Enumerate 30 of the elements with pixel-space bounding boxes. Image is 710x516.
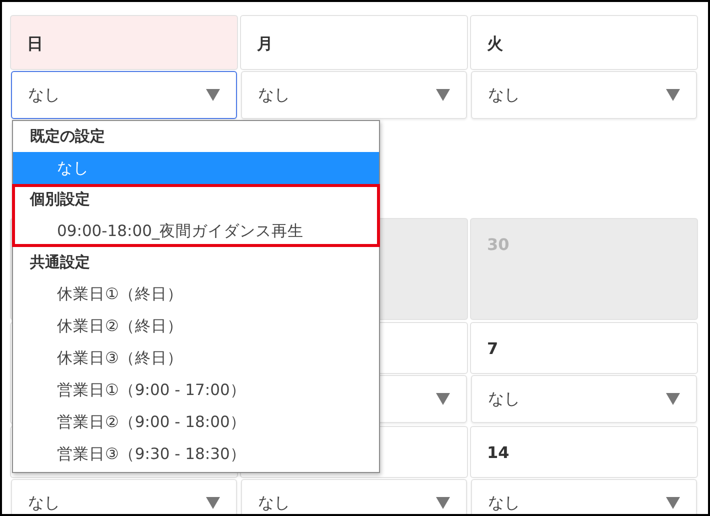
dropdown-option[interactable]: 営業日②（9:00 - 18:00） (13, 406, 379, 438)
date-cell: 14 (470, 426, 698, 478)
option-group-label: 共通設定 (29, 252, 91, 273)
dropdown-option[interactable]: 09:00-18:00_夜間ガイダンス再生 (13, 215, 379, 247)
caret-icon (666, 393, 680, 405)
dropdown-option[interactable]: 休業日③（終日） (13, 342, 379, 374)
dropdown-select[interactable]: なし (471, 375, 697, 423)
dropdown-option[interactable]: 休業日②（終日） (13, 310, 379, 342)
dropdown-select[interactable]: なし (11, 71, 237, 119)
caret-icon (436, 497, 450, 509)
dropdown-option[interactable]: 営業日①（9:00 - 17:00） (13, 374, 379, 406)
dropdown-option[interactable]: 営業日③（9:30 - 18:30） (13, 438, 379, 470)
day-header: 日 (10, 15, 238, 70)
dropdown-select[interactable]: なし (11, 479, 237, 514)
day-header: 火 (470, 15, 698, 70)
dropdown-select[interactable]: なし (471, 71, 697, 119)
dropdown-select[interactable]: なし (471, 479, 697, 514)
caret-icon (436, 89, 450, 101)
dropdown-select[interactable]: なし (241, 71, 467, 119)
dropdown-select[interactable]: なし (241, 479, 467, 514)
option-group-label: 個別設定 (28, 189, 91, 210)
caret-icon (666, 497, 680, 509)
date-cell: 7 (470, 322, 698, 374)
dropdown-option[interactable]: 休業日①（終日） (13, 278, 379, 310)
caret-icon (436, 393, 450, 405)
caret-icon (206, 89, 220, 101)
option-group-label: 既定の設定 (29, 126, 106, 147)
day-header: 月 (240, 15, 468, 70)
caret-icon (666, 89, 680, 101)
caret-icon (206, 497, 220, 509)
